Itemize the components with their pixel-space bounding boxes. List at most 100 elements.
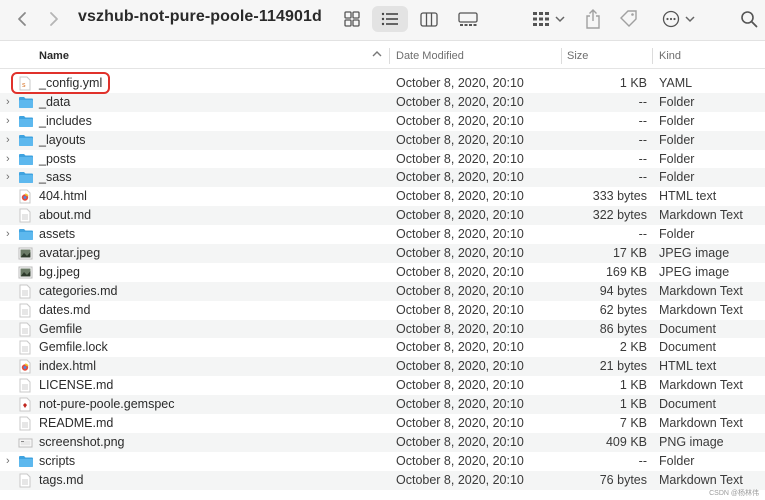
file-date-modified: October 8, 2020, 20:10 xyxy=(396,434,524,449)
disclosure-triangle-icon[interactable]: › xyxy=(6,452,16,471)
file-row[interactable]: › assets October 8, 2020, 20:10 -- Folder xyxy=(0,225,765,244)
file-row[interactable]: dates.md October 8, 2020, 20:10 62 bytes Ma… xyxy=(0,301,765,320)
file-row[interactable]: about.md October 8, 2020, 20:10 322 bytes M… xyxy=(0,206,765,226)
file-date-modified: October 8, 2020, 20:10 xyxy=(396,472,524,487)
column-view-button[interactable] xyxy=(411,6,447,32)
search-button[interactable] xyxy=(737,7,761,31)
share-button[interactable] xyxy=(582,6,604,32)
file-size: 7 KB xyxy=(619,416,647,431)
file-row[interactable]: 404.html October 8, 2020, 20:10 333 bytes H… xyxy=(0,187,765,206)
png-image-icon xyxy=(18,435,34,450)
window-title: vszhub-not-pure-poole-114901d xyxy=(78,8,322,25)
file-size: -- xyxy=(638,94,647,109)
tag-button[interactable] xyxy=(617,6,641,32)
file-size: -- xyxy=(638,132,647,147)
file-row[interactable]: tags.md October 8, 2020, 20:10 76 bytes Mar… xyxy=(0,470,765,490)
file-row[interactable]: › _posts October 8, 2020, 20:10 -- Folder xyxy=(0,150,765,169)
jpeg-image-icon xyxy=(18,246,34,261)
file-kind: Markdown Text xyxy=(659,472,743,487)
share-icon xyxy=(586,9,600,29)
file-kind: Folder xyxy=(659,170,695,185)
grid-icon xyxy=(344,11,360,27)
file-size: 76 bytes xyxy=(599,472,647,487)
file-row[interactable]: s _config.yml October 8, 2020, 20:10 1 KB YA… xyxy=(0,74,765,93)
disclosure-triangle-icon[interactable]: › xyxy=(6,131,16,150)
file-row[interactable]: Gemfile.lock October 8, 2020, 20:10 2 KB Do… xyxy=(0,338,765,357)
file-date-modified: October 8, 2020, 20:10 xyxy=(396,94,524,109)
column-divider[interactable] xyxy=(652,48,653,64)
file-size: 409 KB xyxy=(605,434,647,449)
file-row[interactable]: avatar.jpeg October 8, 2020, 20:10 17 KB JP… xyxy=(0,244,765,263)
group-by-icon xyxy=(532,12,549,26)
file-name: about.md xyxy=(39,208,92,223)
file-date-modified: October 8, 2020, 20:10 xyxy=(396,189,524,204)
folder-icon xyxy=(18,114,34,129)
file-row[interactable]: Gemfile October 8, 2020, 20:10 86 bytes Doc… xyxy=(0,319,765,339)
file-size: -- xyxy=(638,453,647,468)
file-size: 1 KB xyxy=(619,397,647,412)
file-size: 1 KB xyxy=(619,378,647,393)
file-row[interactable]: categories.md October 8, 2020, 20:10 94 by… xyxy=(0,281,765,301)
column-header-kind[interactable]: Kind xyxy=(659,44,681,68)
selection-highlight-box xyxy=(11,72,110,94)
list-view-button[interactable] xyxy=(372,6,408,32)
file-row[interactable]: not-pure-poole.gemspec October 8, 2020, 2… xyxy=(0,395,765,415)
disclosure-triangle-icon[interactable]: › xyxy=(6,225,16,244)
file-date-modified: October 8, 2020, 20:10 xyxy=(396,208,524,223)
file-list: s _config.yml October 8, 2020, 20:10 1 KB YA… xyxy=(0,74,765,490)
document-icon xyxy=(18,378,34,393)
disclosure-triangle-icon[interactable]: › xyxy=(6,150,16,169)
file-name: LICENSE.md xyxy=(39,378,114,393)
file-name: avatar.jpeg xyxy=(39,246,101,261)
file-size: -- xyxy=(638,151,647,166)
file-date-modified: October 8, 2020, 20:10 xyxy=(396,283,524,298)
file-size: -- xyxy=(638,170,647,185)
file-row[interactable]: › _includes October 8, 2020, 20:10 -- Folder xyxy=(0,112,765,131)
file-row[interactable]: index.html October 8, 2020, 20:10 21 bytes… xyxy=(0,357,765,377)
chevron-down-icon xyxy=(684,16,695,23)
column-divider[interactable] xyxy=(389,48,390,64)
document-icon xyxy=(18,416,34,431)
group-by-button[interactable] xyxy=(528,8,568,30)
column-divider[interactable] xyxy=(561,48,562,64)
file-row[interactable]: LICENSE.md October 8, 2020, 20:10 1 KB Mark… xyxy=(0,376,765,395)
file-kind: Markdown Text xyxy=(659,283,743,298)
file-name: dates.md xyxy=(39,302,91,317)
column-header-name[interactable]: Name xyxy=(39,44,69,68)
html-file-icon xyxy=(18,189,34,204)
back-button[interactable] xyxy=(10,6,34,32)
sort-ascending-icon[interactable] xyxy=(372,50,382,58)
file-date-modified: October 8, 2020, 20:10 xyxy=(396,246,524,261)
forward-button[interactable] xyxy=(42,6,66,32)
file-row[interactable]: bg.jpeg October 8, 2020, 20:10 169 KB JPEG … xyxy=(0,263,765,282)
finder-toolbar: vszhub-not-pure-poole-114901d xyxy=(0,0,765,41)
jpeg-image-icon xyxy=(18,265,34,280)
disclosure-triangle-icon[interactable]: › xyxy=(6,93,16,112)
file-kind: Document xyxy=(659,397,716,412)
file-kind: Folder xyxy=(659,151,695,166)
file-date-modified: October 8, 2020, 20:10 xyxy=(396,378,524,393)
file-row[interactable]: › _sass October 8, 2020, 20:10 -- Folder xyxy=(0,168,765,188)
file-date-modified: October 8, 2020, 20:10 xyxy=(396,359,524,374)
file-row[interactable]: README.md October 8, 2020, 20:10 7 KB Markd… xyxy=(0,414,765,433)
folder-icon xyxy=(18,170,34,185)
file-date-modified: October 8, 2020, 20:10 xyxy=(396,302,524,317)
file-kind: Markdown Text xyxy=(659,302,743,317)
icon-view-button[interactable] xyxy=(334,6,370,32)
tag-icon xyxy=(620,10,637,27)
disclosure-triangle-icon[interactable]: › xyxy=(6,112,16,131)
more-actions-button[interactable] xyxy=(658,7,698,31)
gallery-view-button[interactable] xyxy=(450,6,486,32)
file-name: tags.md xyxy=(39,472,84,487)
file-size: -- xyxy=(638,113,647,128)
file-row[interactable]: › _data October 8, 2020, 20:10 -- Folder xyxy=(0,92,765,112)
file-row[interactable]: screenshot.png October 8, 2020, 20:10 409 … xyxy=(0,432,765,452)
ellipsis-icon xyxy=(662,10,679,28)
column-header-date[interactable]: Date Modified xyxy=(396,44,464,68)
file-kind: Folder xyxy=(659,113,695,128)
column-header-size[interactable]: Size xyxy=(567,44,588,68)
file-date-modified: October 8, 2020, 20:10 xyxy=(396,416,524,431)
file-row[interactable]: › _layouts October 8, 2020, 20:10 -- Folder xyxy=(0,130,765,150)
file-row[interactable]: › scripts October 8, 2020, 20:10 -- Folder xyxy=(0,452,765,471)
disclosure-triangle-icon[interactable]: › xyxy=(6,168,16,187)
